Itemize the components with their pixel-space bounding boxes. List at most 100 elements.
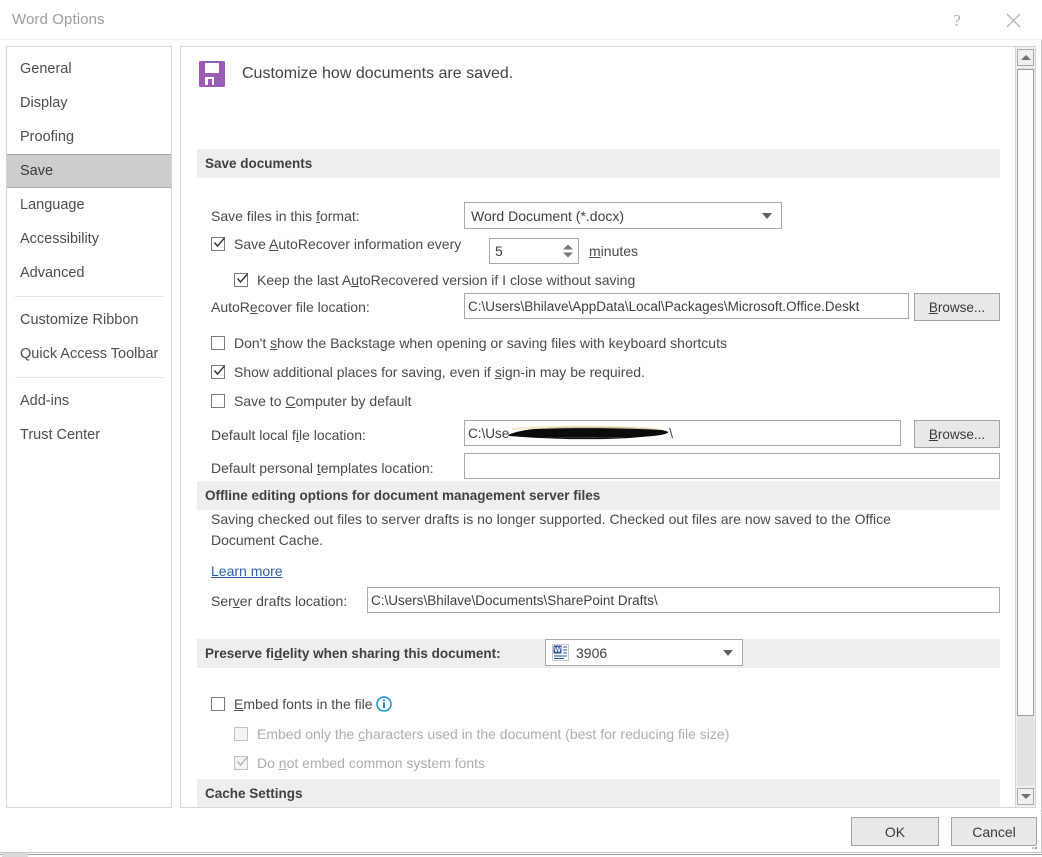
save-to-computer-checkbox-row[interactable]: Save to Computer by default xyxy=(211,393,411,409)
content-scrollbar[interactable] xyxy=(1015,46,1036,808)
autorecover-location-input[interactable]: C:\Users\Bhilave\AppData\Local\Packages\… xyxy=(464,293,909,319)
checkmark-icon xyxy=(236,272,249,285)
server-drafts-location-label: Server drafts location: xyxy=(211,593,347,609)
browse-local-file-location-button[interactable]: Browse... xyxy=(914,420,1000,448)
stepper-down-icon[interactable] xyxy=(563,253,573,258)
no-backstage-checkbox-row[interactable]: Don't show the Backstage when opening or… xyxy=(211,335,727,351)
close-icon xyxy=(1006,13,1021,28)
scrollbar-up-button[interactable] xyxy=(1017,49,1034,66)
autorecover-minutes-stepper[interactable]: 5 xyxy=(489,238,579,264)
ok-button[interactable]: OK xyxy=(851,817,939,846)
do-not-embed-common-fonts-checkbox[interactable] xyxy=(234,756,248,770)
browse-button-label: Browse... xyxy=(929,300,985,315)
sidebar-item-save[interactable]: Save xyxy=(7,154,171,188)
no-backstage-checkbox[interactable] xyxy=(211,336,225,350)
sidebar-item-advanced[interactable]: Advanced xyxy=(7,256,171,290)
chevron-down-icon xyxy=(723,650,733,656)
autorecover-label: Save AutoRecover information every xyxy=(234,236,461,252)
sidebar-item-language[interactable]: Language xyxy=(7,188,171,222)
save-format-combobox[interactable]: Word Document (*.docx) xyxy=(464,202,782,229)
server-drafts-location-input[interactable]: C:\Users\Bhilave\Documents\SharePoint Dr… xyxy=(367,587,1000,613)
chevron-down-icon xyxy=(1021,794,1031,799)
keep-last-autorecovered-label: Keep the last AutoRecovered version if I… xyxy=(257,272,635,288)
embed-fonts-label: Embed fonts in the file xyxy=(234,696,373,712)
word-document-icon: W xyxy=(552,644,569,661)
autorecover-checkbox[interactable] xyxy=(211,237,225,251)
local-file-location-value-tail: \ xyxy=(669,426,673,441)
minutes-label: minutes xyxy=(589,243,638,259)
sidebar-item-customize-ribbon[interactable]: Customize Ribbon xyxy=(7,303,171,337)
embed-fonts-checkbox-row[interactable]: Embed fonts in the file xyxy=(211,696,392,712)
autorecover-checkbox-row[interactable]: Save AutoRecover information every xyxy=(211,236,461,252)
templates-location-label: Default personal templates location: xyxy=(211,460,434,476)
embed-only-used-characters-label: Embed only the characters used in the do… xyxy=(257,726,729,742)
section-cache-settings-header: Cache Settings xyxy=(197,779,1000,808)
show-additional-places-checkbox[interactable] xyxy=(211,365,225,379)
learn-more-link[interactable]: Learn more xyxy=(211,563,283,579)
save-format-label: Save files in this format: xyxy=(211,208,360,224)
autorecover-minutes-value: 5 xyxy=(495,243,503,259)
scrollbar-down-button[interactable] xyxy=(1017,788,1034,805)
browse-autorecover-location-button[interactable]: Browse... xyxy=(914,293,1000,321)
word-options-dialog: Word Options ? General Display Proofing … xyxy=(0,0,1042,853)
question-mark-icon: ? xyxy=(953,12,961,29)
embed-fonts-checkbox[interactable] xyxy=(211,697,225,711)
screen: Word Options ? General Display Proofing … xyxy=(0,0,1042,857)
no-backstage-label: Don't show the Backstage when opening or… xyxy=(234,335,727,351)
preserve-fidelity-title: Preserve fidelity when sharing this docu… xyxy=(205,646,501,661)
autorecover-location-label: AutoRecover file location: xyxy=(211,299,370,315)
section-save-documents-header: Save documents xyxy=(197,149,1000,178)
local-file-location-label: Default local file location: xyxy=(211,427,366,443)
embed-only-used-characters-checkbox[interactable] xyxy=(234,727,248,741)
save-options-pane: Customize how documents are saved. Save … xyxy=(180,46,1036,808)
redaction-marker-scribble xyxy=(506,424,670,441)
checkmark-icon xyxy=(213,364,226,377)
save-options-content: Customize how documents are saved. Save … xyxy=(181,47,1011,807)
preserve-fidelity-document-value: 3906 xyxy=(576,645,607,661)
sidebar-item-add-ins[interactable]: Add-ins xyxy=(7,384,171,418)
close-button[interactable] xyxy=(990,0,1036,40)
local-file-location-value: C:\Use xyxy=(468,426,509,441)
embed-only-used-characters-checkbox-row[interactable]: Embed only the characters used in the do… xyxy=(234,726,729,742)
chevron-up-icon xyxy=(1021,55,1031,60)
pane-header: Customize how documents are saved. xyxy=(197,59,513,89)
do-not-embed-common-fonts-label: Do not embed common system fonts xyxy=(257,755,485,771)
pane-heading: Customize how documents are saved. xyxy=(242,65,513,83)
show-additional-places-checkbox-row[interactable]: Show additional places for saving, even … xyxy=(211,364,645,380)
checkmark-icon xyxy=(236,755,249,768)
save-floppy-disk-icon xyxy=(197,59,227,89)
stepper-arrows xyxy=(563,245,573,258)
server-drafts-location-value: C:\Users\Bhilave\Documents\SharePoint Dr… xyxy=(371,593,658,608)
keep-last-autorecovered-checkbox[interactable] xyxy=(234,273,248,287)
dialog-title: Word Options xyxy=(12,11,105,28)
footer-divider xyxy=(0,812,1042,813)
resize-grip-icon[interactable] xyxy=(1027,839,1038,850)
autorecover-location-value: C:\Users\Bhilave\AppData\Local\Packages\… xyxy=(468,299,859,314)
checkmark-icon xyxy=(213,236,226,249)
chevron-down-icon xyxy=(762,213,772,219)
sidebar-item-general[interactable]: General xyxy=(7,52,171,86)
show-additional-places-label: Show additional places for saving, even … xyxy=(234,364,645,380)
sidebar-item-display[interactable]: Display xyxy=(7,86,171,120)
save-to-computer-label: Save to Computer by default xyxy=(234,393,411,409)
templates-location-input[interactable] xyxy=(464,453,1000,479)
sidebar-item-quick-access-toolbar[interactable]: Quick Access Toolbar xyxy=(7,337,171,371)
help-button[interactable]: ? xyxy=(934,0,980,40)
scrollbar-thumb[interactable] xyxy=(1017,69,1034,716)
save-to-computer-checkbox[interactable] xyxy=(211,394,225,408)
cancel-button[interactable]: Cancel xyxy=(951,817,1037,846)
do-not-embed-common-fonts-checkbox-row[interactable]: Do not embed common system fonts xyxy=(234,755,485,771)
section-offline-editing-header: Offline editing options for document man… xyxy=(197,481,1000,510)
sidebar-separator-2 xyxy=(15,377,163,378)
svg-text:W: W xyxy=(554,647,561,654)
preserve-fidelity-document-combobox[interactable]: W 3906 xyxy=(545,639,743,666)
local-file-location-input[interactable]: C:\Use \ xyxy=(464,420,901,446)
sidebar-item-trust-center[interactable]: Trust Center xyxy=(7,418,171,452)
stepper-up-icon[interactable] xyxy=(563,245,573,250)
options-category-list: General Display Proofing Save Language A… xyxy=(6,46,172,808)
browse-button-label: Browse... xyxy=(929,427,985,442)
info-icon[interactable] xyxy=(376,696,392,712)
sidebar-item-accessibility[interactable]: Accessibility xyxy=(7,222,171,256)
keep-last-autorecovered-checkbox-row[interactable]: Keep the last AutoRecovered version if I… xyxy=(234,272,635,288)
sidebar-item-proofing[interactable]: Proofing xyxy=(7,120,171,154)
